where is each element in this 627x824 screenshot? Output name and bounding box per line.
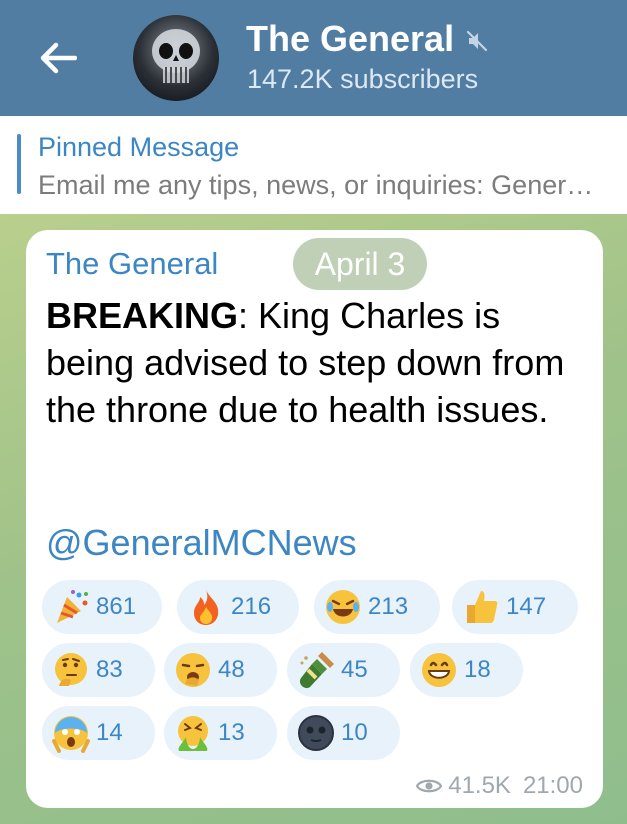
reaction-count: 13 — [218, 719, 245, 746]
pinned-text: Email me any tips, news, or inquiries: G… — [38, 170, 594, 200]
message-bold-prefix: BREAKING — [46, 295, 239, 336]
fire-icon — [183, 584, 229, 630]
message-text: BREAKING: King Charles is being advised … — [46, 292, 586, 433]
message-meta: 41.5K 21:00 — [416, 772, 583, 800]
thinking-face-icon — [48, 647, 94, 693]
reaction-screaming[interactable]: 14 — [42, 706, 155, 760]
message-author[interactable]: The General — [46, 246, 218, 282]
view-count: 41.5K — [448, 772, 511, 799]
reaction-rolling-laughing[interactable]: 213 — [314, 580, 440, 634]
channel-title: The General — [246, 18, 455, 59]
chat-header: The General 147.2K subscribers — [0, 0, 627, 116]
reaction-count: 861 — [96, 593, 137, 620]
thumbs-up-icon — [458, 584, 504, 630]
back-button[interactable] — [36, 38, 80, 78]
message-time: 21:00 — [522, 772, 583, 799]
reaction-fire[interactable]: 216 — [177, 580, 299, 634]
party-popper-icon — [48, 584, 94, 630]
date-badge: April 3 — [293, 238, 427, 290]
arrow-left-icon — [40, 42, 77, 74]
skull-logo-icon — [152, 29, 200, 83]
pinned-title: Pinned Message — [38, 132, 240, 162]
subscriber-count: 147.2K subscribers — [247, 64, 479, 94]
reaction-count: 10 — [341, 719, 368, 746]
reaction-grinning[interactable]: 18 — [410, 643, 523, 697]
reaction-count: 18 — [464, 656, 491, 683]
pinned-message-bar[interactable]: Pinned Message Email me any tips, news, … — [0, 116, 627, 214]
screaming-face-icon — [48, 710, 94, 756]
reaction-thumbs-up[interactable]: 147 — [452, 580, 578, 634]
channel-title-row[interactable]: The General — [246, 18, 488, 60]
new-moon-face-icon — [293, 710, 339, 756]
channel-avatar[interactable] — [133, 15, 219, 101]
reaction-new-moon-face[interactable]: 10 — [287, 706, 400, 760]
vomiting-face-icon — [170, 710, 216, 756]
eye-icon — [416, 779, 443, 793]
message-bubble[interactable]: The General April 3 BREAKING: King Charl… — [26, 230, 603, 808]
reaction-count: 83 — [96, 656, 123, 683]
reaction-count: 216 — [231, 593, 272, 620]
reaction-count: 45 — [341, 656, 368, 683]
muted-speaker-icon — [466, 30, 488, 52]
reaction-count: 147 — [506, 593, 547, 620]
rolling-laughing-face-icon — [320, 584, 366, 630]
yawning-face-icon — [170, 647, 216, 693]
mention-link[interactable]: @GeneralMCNews — [46, 522, 357, 564]
reaction-thinking[interactable]: 83 — [42, 643, 155, 697]
reaction-vomiting[interactable]: 13 — [164, 706, 277, 760]
reaction-count: 14 — [96, 719, 123, 746]
grinning-face-icon — [416, 647, 462, 693]
reaction-champagne[interactable]: 45 — [287, 643, 400, 697]
pinned-accent-bar — [17, 134, 21, 194]
reaction-yawning[interactable]: 48 — [164, 643, 277, 697]
reaction-count: 213 — [368, 593, 409, 620]
champagne-bottle-icon — [293, 647, 339, 693]
reaction-party-popper[interactable]: 861 — [42, 580, 162, 634]
reaction-count: 48 — [218, 656, 245, 683]
